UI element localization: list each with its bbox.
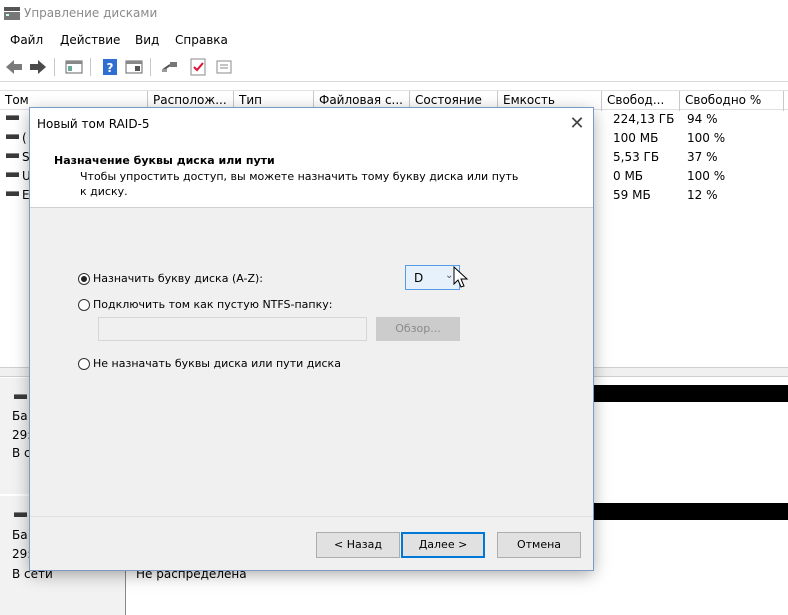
folder-path-input[interactable] (98, 317, 367, 341)
back-button[interactable]: < Назад (316, 532, 400, 558)
toolbar: ? (0, 52, 788, 82)
disk-size-label: 29: (12, 547, 32, 561)
mount-folder-label[interactable]: Подключить том как пустую NTFS-папку: (93, 298, 332, 311)
free-percent-cell: 100 % (687, 131, 726, 145)
volume-icon (6, 115, 19, 120)
properties-icon[interactable] (214, 57, 234, 77)
no-letter-label[interactable]: Не назначать буквы диска или пути диска (93, 357, 341, 370)
free-percent-cell: 37 % (687, 150, 718, 164)
dialog-titlebar[interactable]: Новый том RAID-5 ✕ (30, 108, 593, 142)
volume-name[interactable]: E (22, 188, 30, 202)
window-title: Управление дисками (24, 6, 158, 20)
no-letter-radio[interactable] (78, 358, 90, 370)
column-free-space[interactable]: Свобод... (602, 91, 680, 111)
checklist-icon[interactable] (188, 57, 208, 77)
free-space-cell: 59 МБ (613, 188, 651, 202)
free-space-cell: 100 МБ (613, 131, 659, 145)
partition-header-stripe (593, 385, 788, 402)
free-space-cell: 0 МБ (613, 169, 644, 183)
volume-name[interactable]: ( (22, 131, 27, 145)
drive-letter-select[interactable]: D ⌄ (405, 265, 460, 290)
toolbar-separator (54, 58, 55, 76)
free-percent-cell: 94 % (687, 112, 718, 126)
volume-icon (6, 191, 19, 196)
column-free-percent[interactable]: Свободно % (680, 91, 784, 111)
details-pane-icon[interactable] (124, 57, 144, 77)
help-icon[interactable]: ? (100, 57, 120, 77)
disk-icon (14, 512, 27, 517)
back-arrow-icon[interactable] (4, 57, 24, 77)
close-icon[interactable]: ✕ (564, 111, 590, 137)
step-heading: Назначение буквы диска или пути (54, 154, 275, 167)
toolbar-separator (150, 58, 151, 76)
mount-folder-radio[interactable] (78, 299, 90, 311)
disk-type-label: Ба: (12, 409, 32, 423)
forward-arrow-icon[interactable] (28, 57, 48, 77)
volume-list-header: Том Располож... Тип Файловая с... Состоя… (0, 90, 788, 111)
volume-name[interactable]: S (22, 150, 30, 164)
menu-view[interactable]: Вид (135, 33, 159, 47)
dialog-title: Новый том RAID-5 (37, 117, 150, 131)
free-space-cell: 224,13 ГБ (613, 112, 675, 126)
disk-size-label: 29: (12, 428, 32, 442)
volume-icon (6, 172, 19, 177)
svg-text:?: ? (107, 61, 114, 75)
menu-action[interactable]: Действие (60, 33, 120, 47)
disk-icon (14, 394, 27, 399)
key-icon[interactable] (160, 57, 180, 77)
menu-bar: Файл Действие Вид Справка (0, 28, 788, 52)
free-percent-cell: 100 % (687, 169, 726, 183)
mouse-cursor-icon (453, 266, 469, 288)
disk-type-label: Ба: (12, 528, 32, 542)
free-percent-cell: 12 % (687, 188, 718, 202)
browse-button[interactable]: Обзор... (376, 317, 460, 341)
disk-status-label: В с (12, 446, 31, 460)
assign-letter-label[interactable]: Назначить букву диска (A-Z): (93, 272, 263, 285)
volume-icon (6, 134, 19, 139)
assign-letter-radio[interactable] (78, 273, 90, 285)
next-button[interactable]: Далее > (401, 532, 485, 558)
console-tree-icon[interactable] (64, 57, 84, 77)
toolbar-separator (90, 58, 91, 76)
menu-file[interactable]: Файл (10, 33, 43, 47)
raid5-wizard-dialog: Новый том RAID-5 ✕ Назначение буквы диск… (30, 108, 593, 570)
partition-header-stripe (593, 503, 788, 520)
step-description-continued: к диску. (80, 185, 128, 198)
menu-help[interactable]: Справка (175, 33, 228, 47)
window-titlebar: Управление дисками (0, 0, 788, 28)
volume-icon (6, 153, 19, 158)
cancel-button[interactable]: Отмена (497, 532, 581, 558)
footer-divider (30, 516, 593, 517)
step-description: Чтобы упростить доступ, вы можете назнач… (80, 170, 519, 183)
free-space-cell: 5,53 ГБ (613, 150, 660, 164)
disk-management-icon (4, 7, 20, 20)
drive-letter-value: D (414, 271, 424, 285)
dialog-header: Назначение буквы диска или пути Чтобы уп… (30, 142, 593, 208)
